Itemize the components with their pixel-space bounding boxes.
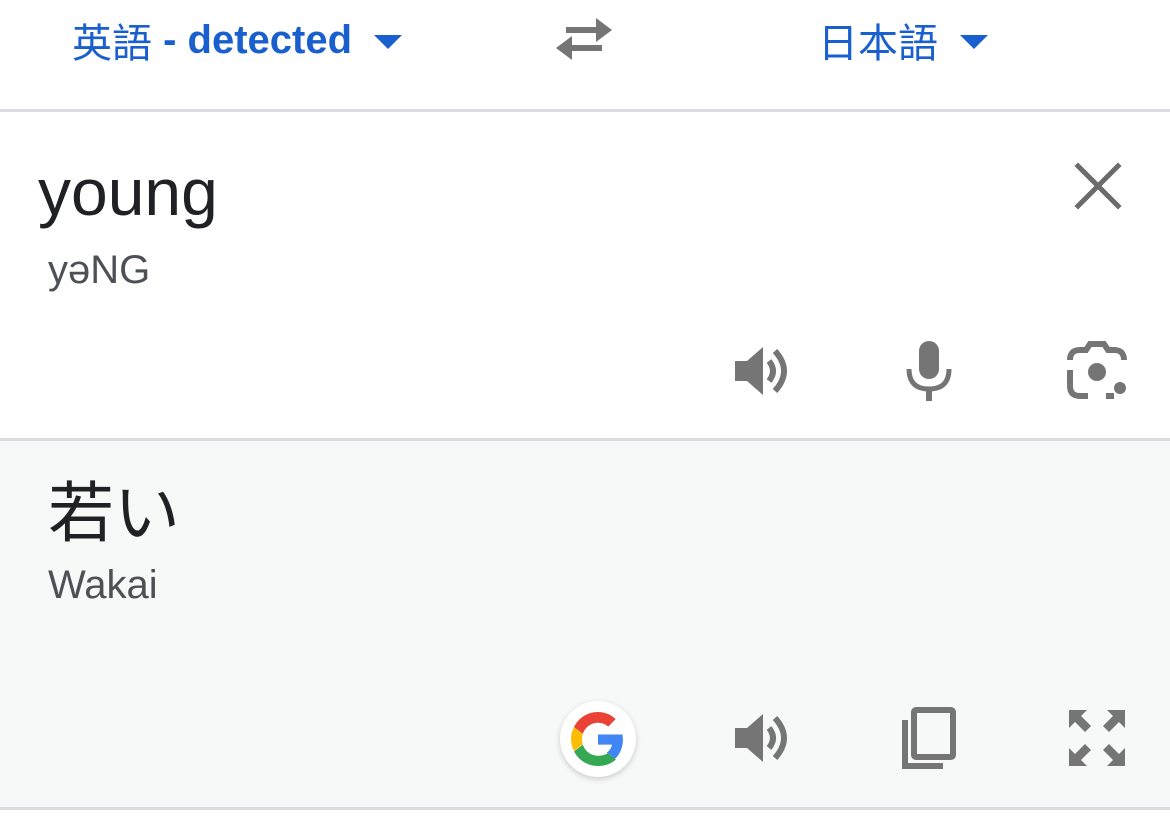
source-phonetic: yəNG [48,248,151,292]
source-text-input[interactable]: young [38,152,218,232]
source-listen-button[interactable] [730,338,796,404]
swap-arrows-icon [556,18,612,60]
source-language-separator: - [152,17,188,62]
translation-romanization: Wakai [48,563,158,607]
mic-icon [906,341,952,401]
close-icon [1074,162,1122,210]
copy-icon [902,707,956,769]
clear-button[interactable] [1068,156,1128,216]
detected-label: detected [187,17,353,62]
chevron-down-icon [374,35,403,49]
bottom-spacer [0,810,1170,822]
source-language-selector[interactable]: 英語 - detected [72,14,403,66]
google-g-icon [571,712,623,766]
voice-input-button[interactable] [896,338,962,404]
source-panel: young yəNG [0,112,1170,438]
speaker-icon [735,347,787,395]
language-bar: 英語 - detected 日本語 [0,0,1170,109]
translation-text: 若い [48,476,180,550]
speaker-icon [735,714,787,762]
source-language-label: 英語 [72,22,152,66]
target-language-label: 日本語 [818,22,938,66]
fullscreen-button[interactable] [1064,705,1130,771]
camera-icon [1067,341,1127,399]
google-search-button[interactable] [560,701,636,777]
target-language-selector[interactable]: 日本語 [818,14,988,66]
chevron-down-icon [960,35,988,49]
translation-listen-button[interactable] [730,705,796,771]
translation-panel: 若い Wakai [0,441,1170,807]
copy-button[interactable] [896,705,962,771]
camera-button[interactable] [1064,338,1130,404]
fullscreen-icon [1069,710,1125,766]
swap-languages-button[interactable] [552,14,616,64]
